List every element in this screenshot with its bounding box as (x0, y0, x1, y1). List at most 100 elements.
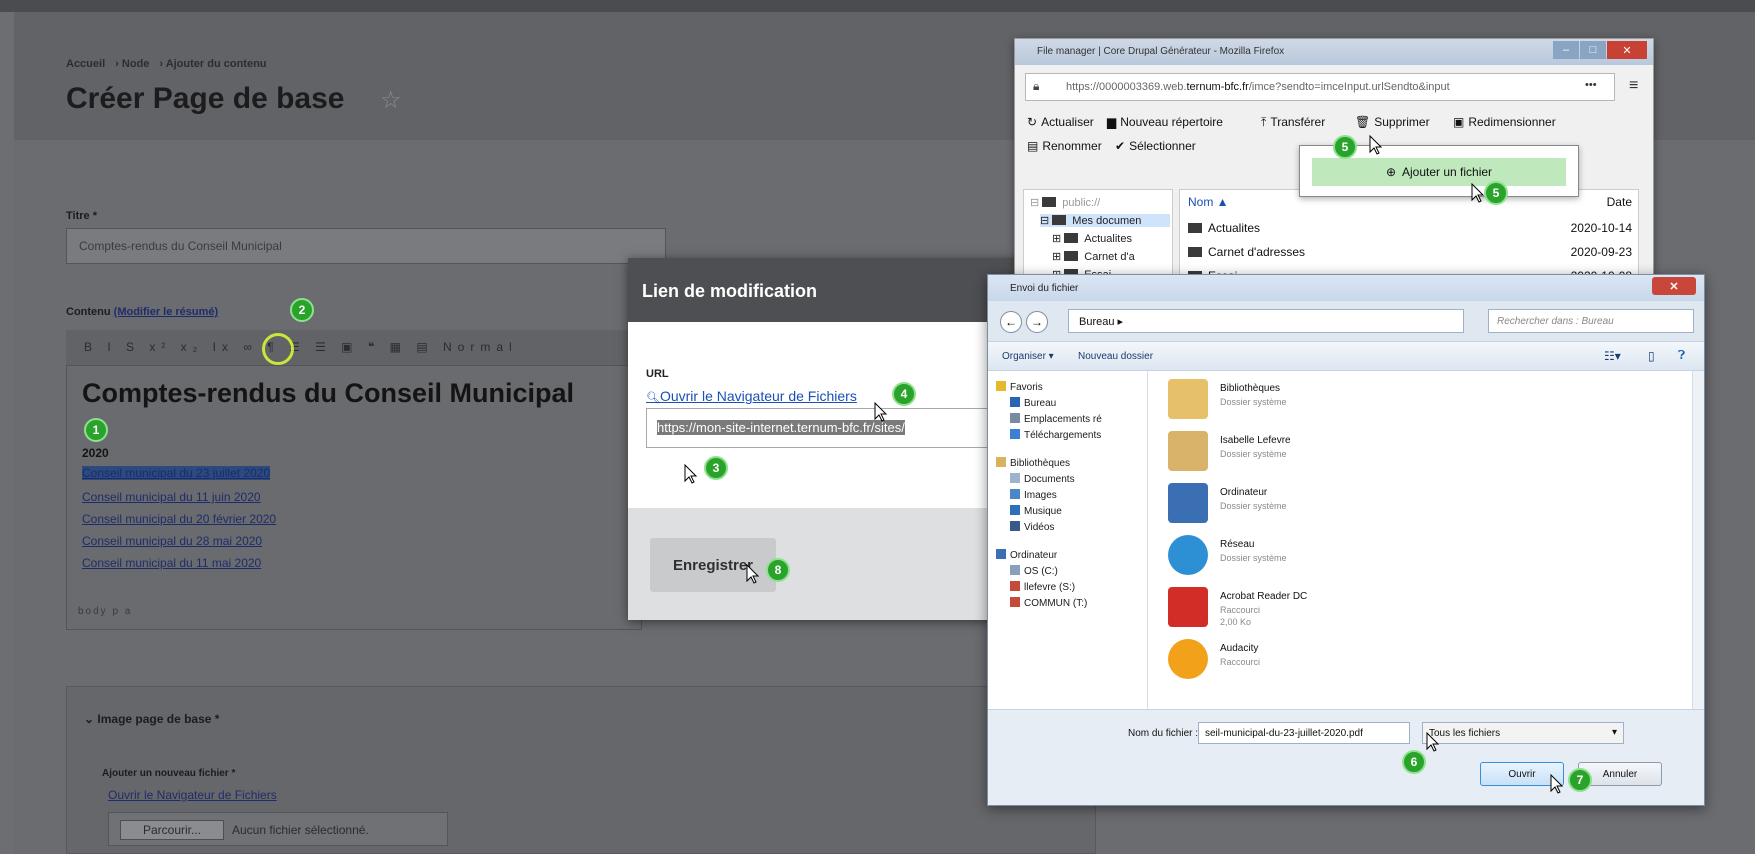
nav-images[interactable]: Images (1010, 489, 1057, 501)
new-folder-button[interactable]: ▆ Nouveau répertoire (1107, 115, 1223, 129)
view-icon[interactable]: ☷▾ (1604, 349, 1621, 363)
new-folder-button[interactable]: Nouveau dossier (1078, 351, 1153, 362)
breadcrumb: Accueil › Node › Ajouter du contenu (66, 58, 267, 70)
forward-icon[interactable]: → (1026, 311, 1048, 333)
organize-button[interactable]: Organiser ▾ (1002, 351, 1054, 362)
editor-link[interactable]: Conseil municipal du 11 mai 2020 (82, 556, 261, 570)
item-type: Raccourci (1220, 605, 1261, 615)
add-file-button[interactable]: ⊕ Ajouter un fichier (1312, 158, 1566, 186)
file-name-text: Carnet d'adresses (1208, 245, 1306, 259)
nav-drive-s[interactable]: llefevre (S:) (1010, 581, 1075, 593)
item-type: Dossier système (1220, 449, 1287, 459)
folder-icon (1188, 247, 1202, 257)
editor-link[interactable]: Conseil municipal du 28 mai 2020 (82, 534, 262, 548)
nav-videos[interactable]: Vidéos (1010, 521, 1054, 533)
editor-link[interactable]: Conseil municipal du 11 juin 2020 (82, 490, 261, 504)
open-browser-link[interactable]: 🔍︎Ouvrir le Navigateur de Fichiers (646, 388, 857, 404)
breadcrumb-item[interactable]: Ajouter du contenu (166, 58, 267, 70)
upload-button[interactable]: ⤒ Transférer (1261, 115, 1325, 130)
edit-summary-link[interactable]: (Modifier le résumé) (114, 306, 219, 318)
nav-drive-t[interactable]: COMMUN (T:) (1010, 597, 1087, 609)
file-row[interactable]: Carnet d'adresses 2020-09-23 (1180, 240, 1640, 264)
list-item[interactable]: Réseau Dossier système (1168, 533, 1468, 581)
breadcrumb-item[interactable]: Node (122, 58, 150, 70)
link-button-highlight[interactable] (262, 333, 294, 365)
nav-favorites[interactable]: Favoris (996, 381, 1043, 393)
nav-documents[interactable]: Documents (1010, 473, 1075, 485)
scrollbar[interactable] (1692, 371, 1704, 709)
resize-button[interactable]: ▣ Redimensionner (1453, 115, 1556, 129)
nav-desktop[interactable]: Bureau (1010, 397, 1056, 409)
list-item[interactable]: Acrobat Reader DC Raccourci 2,00 Ko (1168, 585, 1468, 633)
content-label: Contenu (Modifier le résumé) (66, 306, 218, 318)
title-input[interactable]: Comptes-rendus du Conseil Municipal (66, 228, 666, 264)
more-icon[interactable]: ••• (1585, 79, 1597, 91)
chevron-down-icon: ▾ (1611, 727, 1617, 738)
maximize-icon[interactable]: □ (1580, 41, 1606, 59)
nav-downloads[interactable]: Téléchargements (1010, 429, 1101, 441)
rename-label: Renommer (1042, 139, 1102, 153)
editor-toolbar[interactable]: B I S x² x₂ Ix ∞ ¶ ☰ ☰ ▣ ❝ ▦ ▤ Normal (66, 330, 642, 366)
close-icon[interactable]: ✕ (1607, 41, 1647, 59)
tree-item[interactable]: ⊞ Actualites (1052, 232, 1132, 245)
preview-pane-icon[interactable]: ▯ (1648, 349, 1655, 363)
file-row[interactable]: Actualites 2020-10-14 (1180, 216, 1640, 240)
tree-item[interactable]: ⊞ Carnet d'a (1052, 250, 1135, 263)
nav-label: COMMUN (T:) (1024, 598, 1088, 609)
tree-item[interactable]: ⊟ Mes documen (1040, 214, 1170, 227)
breadcrumb-item[interactable]: Accueil (66, 58, 105, 70)
browse-button[interactable]: Parcourir... (120, 820, 224, 840)
nav-computer[interactable]: Ordinateur (996, 549, 1057, 561)
item-name: Bibliothèques (1220, 383, 1281, 394)
close-icon[interactable]: ✕ (1652, 277, 1696, 295)
title-label: Titre * (66, 210, 97, 222)
upload-file-dialog: Envoi du fichier ✕ ← → Bureau ▸ Recherch… (987, 274, 1705, 806)
nav-recent[interactable]: Emplacements ré (1010, 413, 1102, 425)
ckeditor[interactable] (66, 330, 642, 630)
folder-icon (1188, 223, 1202, 233)
filename-input[interactable]: seil-municipal-du-23-juillet-2020.pdf (1198, 722, 1410, 744)
recent-icon (1010, 413, 1020, 423)
video-icon (1010, 521, 1020, 531)
rename-button[interactable]: ▤ Renommer (1027, 139, 1102, 153)
back-icon[interactable]: ← (1000, 311, 1022, 333)
cursor-icon (1550, 773, 1564, 794)
name-column-header[interactable]: Nom ▲ (1188, 195, 1229, 209)
date-column-header[interactable]: Date (1607, 195, 1632, 209)
address-bar[interactable]: Bureau ▸ (1068, 309, 1464, 333)
tree-item[interactable]: ⊟ public:// (1030, 196, 1100, 209)
url-suffix: /imce?sendto=imceInput.urlSendto&input (1248, 81, 1450, 93)
address-bar[interactable]: https://0000003369.web.ternum-bfc.fr/imc… (1025, 73, 1615, 101)
cursor-icon (874, 401, 888, 422)
nav-drive-c[interactable]: OS (C:) (1010, 565, 1058, 577)
filetype-select[interactable]: Tous les fichiers ▾ (1422, 722, 1624, 744)
cursor-icon (1369, 134, 1383, 155)
network-drive-icon (1010, 581, 1020, 591)
minimize-icon[interactable]: – (1553, 41, 1579, 59)
new-folder-label: Nouveau répertoire (1120, 115, 1223, 129)
search-input[interactable]: Rechercher dans : Bureau (1488, 309, 1694, 333)
list-item[interactable]: Bibliothèques Dossier système (1168, 377, 1468, 425)
help-icon[interactable]: ❓︎ (1678, 348, 1685, 363)
list-item[interactable]: Isabelle Lefevre Dossier système (1168, 429, 1468, 477)
open-file-browser-link[interactable]: Ouvrir le Navigateur de Fichiers (108, 788, 277, 802)
list-item[interactable]: Ordinateur Dossier système (1168, 481, 1468, 529)
editor-link-selected[interactable]: Conseil municipal du 23 juillet 2020 (82, 466, 271, 480)
menu-icon[interactable]: ≡ (1629, 77, 1638, 95)
star-icon[interactable]: ☆ (380, 86, 402, 115)
image-section-title-text: Image page de base * (97, 712, 220, 726)
image-section-title[interactable]: ⌄ Image page de base * (84, 712, 219, 726)
editor-link[interactable]: Conseil municipal du 20 février 2020 (82, 512, 276, 526)
chevron-down-icon: ⌄ (84, 712, 95, 726)
list-item[interactable]: Audacity Raccourci (1168, 637, 1468, 685)
delete-button[interactable]: 🗑︎ Supprimer (1355, 115, 1430, 129)
file-list: Bibliothèques Dossier système Isabelle L… (1148, 371, 1692, 709)
nav-libraries[interactable]: Bibliothèques (996, 457, 1070, 469)
nav-music[interactable]: Musique (1010, 505, 1062, 517)
plus-circle-icon: ⊕ (1385, 165, 1396, 179)
refresh-button[interactable]: ↻ Actualiser (1027, 115, 1094, 129)
item-name: Acrobat Reader DC (1220, 591, 1308, 602)
url-prefix: https://0000003369.web. (1066, 81, 1187, 93)
folder-icon (1042, 197, 1057, 207)
select-button[interactable]: ✔ Sélectionner (1115, 139, 1196, 153)
